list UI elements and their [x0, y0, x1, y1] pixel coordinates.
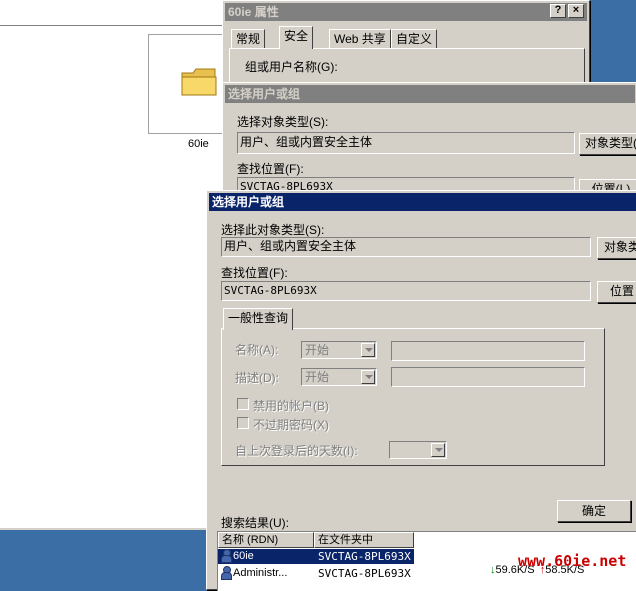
- ok-button[interactable]: 确定: [557, 500, 631, 522]
- tab-custom[interactable]: 自定义: [391, 29, 438, 49]
- desktop-strip: [0, 530, 210, 580]
- close-button[interactable]: ×: [568, 4, 584, 18]
- user-icon: [220, 549, 232, 563]
- chevron-down-icon: [361, 370, 375, 384]
- back-obj-type-label: 选择对象类型(S):: [237, 115, 329, 129]
- back-title: 选择用户或组: [228, 87, 301, 101]
- tab-general-query[interactable]: 一般性查询: [223, 308, 294, 330]
- column-header-name[interactable]: 名称 (RDN): [218, 532, 314, 548]
- explorer-path-bar: [0, 0, 226, 26]
- tab-web-sharing[interactable]: Web 共享: [329, 29, 391, 49]
- folder-label[interactable]: 60ie: [188, 138, 209, 150]
- days-combo: [389, 441, 447, 459]
- back-obj-type-field: 用户、组或内置安全主体: [237, 132, 575, 154]
- select-users-dialog: 选择用户或组 选择此对象类型(S): 用户、组或内置安全主体 对象类 查找位置(…: [206, 190, 636, 591]
- days-since-logon-label: 自上次登录后的天数(I):: [235, 444, 358, 458]
- back-titlebar[interactable]: 选择用户或组: [225, 85, 635, 103]
- user-icon: [220, 566, 232, 580]
- front-titlebar[interactable]: 选择用户或组: [209, 193, 636, 211]
- tab-security[interactable]: 安全: [279, 26, 314, 49]
- chevron-down-icon: [431, 443, 445, 457]
- watermark: www.60ie.net: [518, 552, 627, 570]
- folder-thumbnail[interactable]: [148, 34, 230, 134]
- disabled-accounts-checkbox: [237, 398, 249, 410]
- front-title: 选择用户或组: [212, 195, 285, 209]
- table-row[interactable]: 60ie SVCTAG-8PL693X: [218, 549, 414, 564]
- explorer-window: 60ie: [0, 0, 230, 530]
- obj-type-label: 选择此对象类型(S):: [221, 223, 325, 237]
- properties-title: 60ie 属性: [228, 5, 279, 19]
- results-label: 搜索结果(U):: [221, 516, 289, 530]
- column-header-folder[interactable]: 在文件夹中: [314, 532, 414, 548]
- chevron-down-icon: [361, 343, 375, 357]
- no-expire-pwd-label: 不过期密码(X): [253, 418, 329, 432]
- table-row[interactable]: Administr... SVCTAG-8PL693X: [218, 566, 414, 581]
- location-button[interactable]: 位置: [597, 281, 636, 303]
- folder-icon: [181, 67, 217, 96]
- disabled-accounts-label: 禁用的帐户(B): [253, 399, 329, 413]
- back-obj-type-button[interactable]: 对象类型(: [579, 133, 636, 155]
- row-folder-cell: SVCTAG-8PL693X: [318, 550, 411, 563]
- back-location-label: 查找位置(F):: [237, 162, 304, 176]
- obj-type-button[interactable]: 对象类: [597, 237, 636, 259]
- desc-combo: 开始: [301, 368, 377, 386]
- name-label: 名称(A):: [235, 343, 279, 357]
- tab-general[interactable]: 常规: [231, 29, 266, 49]
- help-button[interactable]: ?: [550, 4, 566, 18]
- row-folder-cell: SVCTAG-8PL693X: [318, 567, 411, 580]
- group-user-label: 组或用户名称(G):: [245, 60, 338, 74]
- row-name-cell: Administr...: [220, 566, 312, 581]
- row-name-cell: 60ie: [220, 549, 312, 564]
- location-label: 查找位置(F):: [221, 266, 288, 280]
- desc-input: [391, 367, 585, 387]
- no-expire-pwd-checkbox: [237, 417, 249, 429]
- obj-type-field: 用户、组或内置安全主体: [221, 237, 591, 257]
- name-combo: 开始: [301, 341, 377, 359]
- desc-label: 描述(D):: [235, 371, 279, 385]
- name-input: [391, 341, 585, 361]
- properties-titlebar[interactable]: 60ie 属性: [225, 3, 587, 21]
- location-field: SVCTAG-8PL693X: [221, 281, 591, 301]
